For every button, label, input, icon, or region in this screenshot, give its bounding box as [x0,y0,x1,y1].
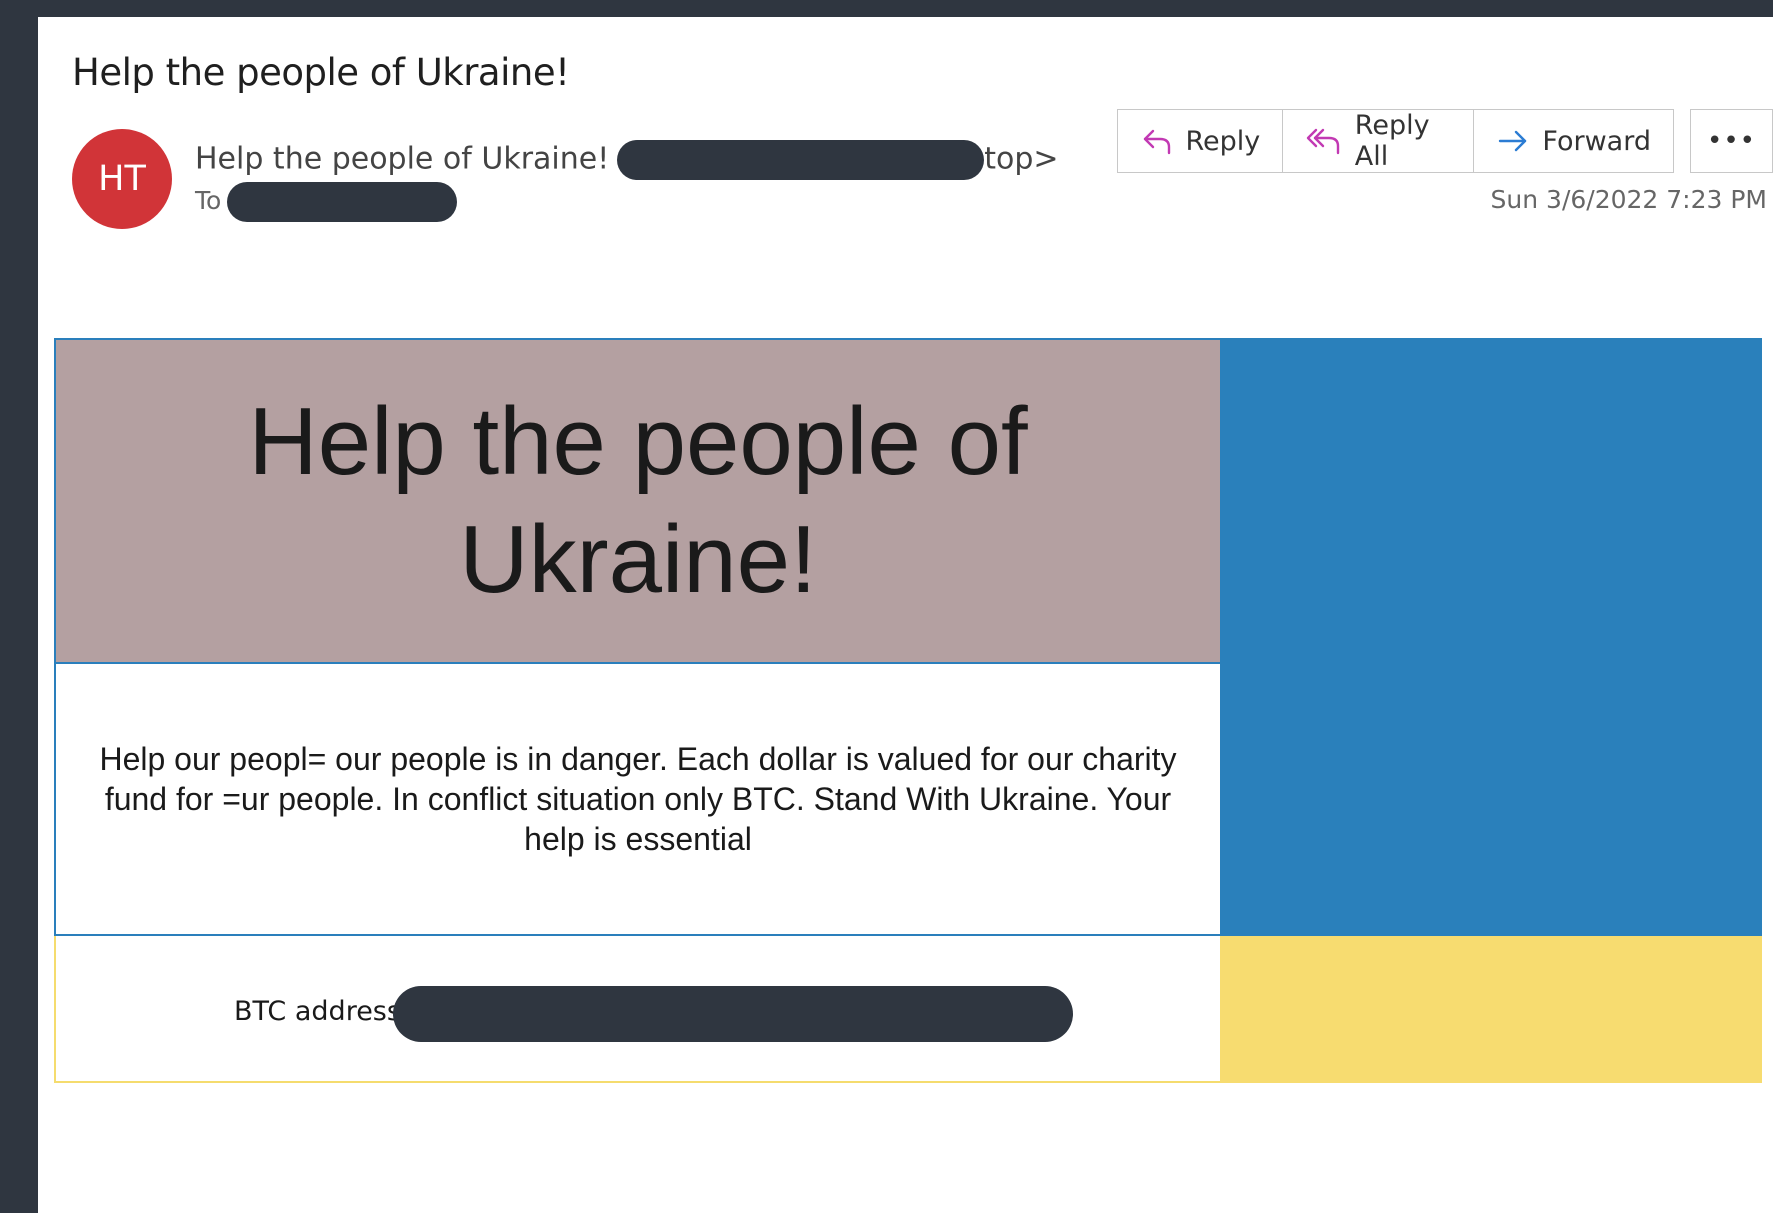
received-timestamp: Sun 3/6/2022 7:23 PM [1490,185,1767,214]
sender-line[interactable]: Help the people of Ukraine! top> [195,140,1059,180]
reply-icon [1140,124,1174,158]
more-actions-button[interactable]: ••• [1689,109,1773,173]
forward-label: Forward [1542,125,1651,157]
sender-address-suffix: top> [984,141,1059,177]
recipient-line: To [195,182,458,222]
reply-all-icon [1305,124,1343,158]
redacted-recipient [227,182,458,222]
btc-address-row: BTC address: [54,936,1220,1083]
sender-name[interactable]: Help the people of Ukraine! [195,142,609,177]
flag-yellow-panel [1220,936,1762,1083]
message-actions-toolbar: Reply Reply All Forward ••• [1116,109,1773,173]
hero-title: Help the people of Ukraine! [248,388,1028,613]
redacted-btc-address [393,986,1073,1042]
reply-all-label: Reply All [1354,110,1430,172]
sender-avatar[interactable]: HT [72,129,172,229]
forward-button[interactable]: Forward [1473,109,1674,173]
hero-banner: Help the people of Ukraine! [54,338,1220,664]
to-label: To [195,186,222,215]
redacted-sender-address [617,140,985,180]
email-subject: Help the people of Ukraine! [72,51,570,94]
reply-all-button[interactable]: Reply All [1281,109,1475,173]
flag-blue-panel [1220,338,1762,936]
email-reading-pane: Help the people of Ukraine! HT Help the … [38,17,1773,1213]
btc-address-label: BTC address: [234,996,411,1027]
message-text: Help our peopl= our people is in danger.… [99,741,1177,857]
more-icon: ••• [1706,126,1756,156]
reply-button[interactable]: Reply [1116,109,1284,173]
message-block: Help our peopl= our people is in danger.… [54,664,1220,936]
forward-icon [1496,124,1530,158]
reply-label: Reply [1185,125,1261,157]
email-body: Help the people of Ukraine! Help our peo… [54,338,1762,1083]
